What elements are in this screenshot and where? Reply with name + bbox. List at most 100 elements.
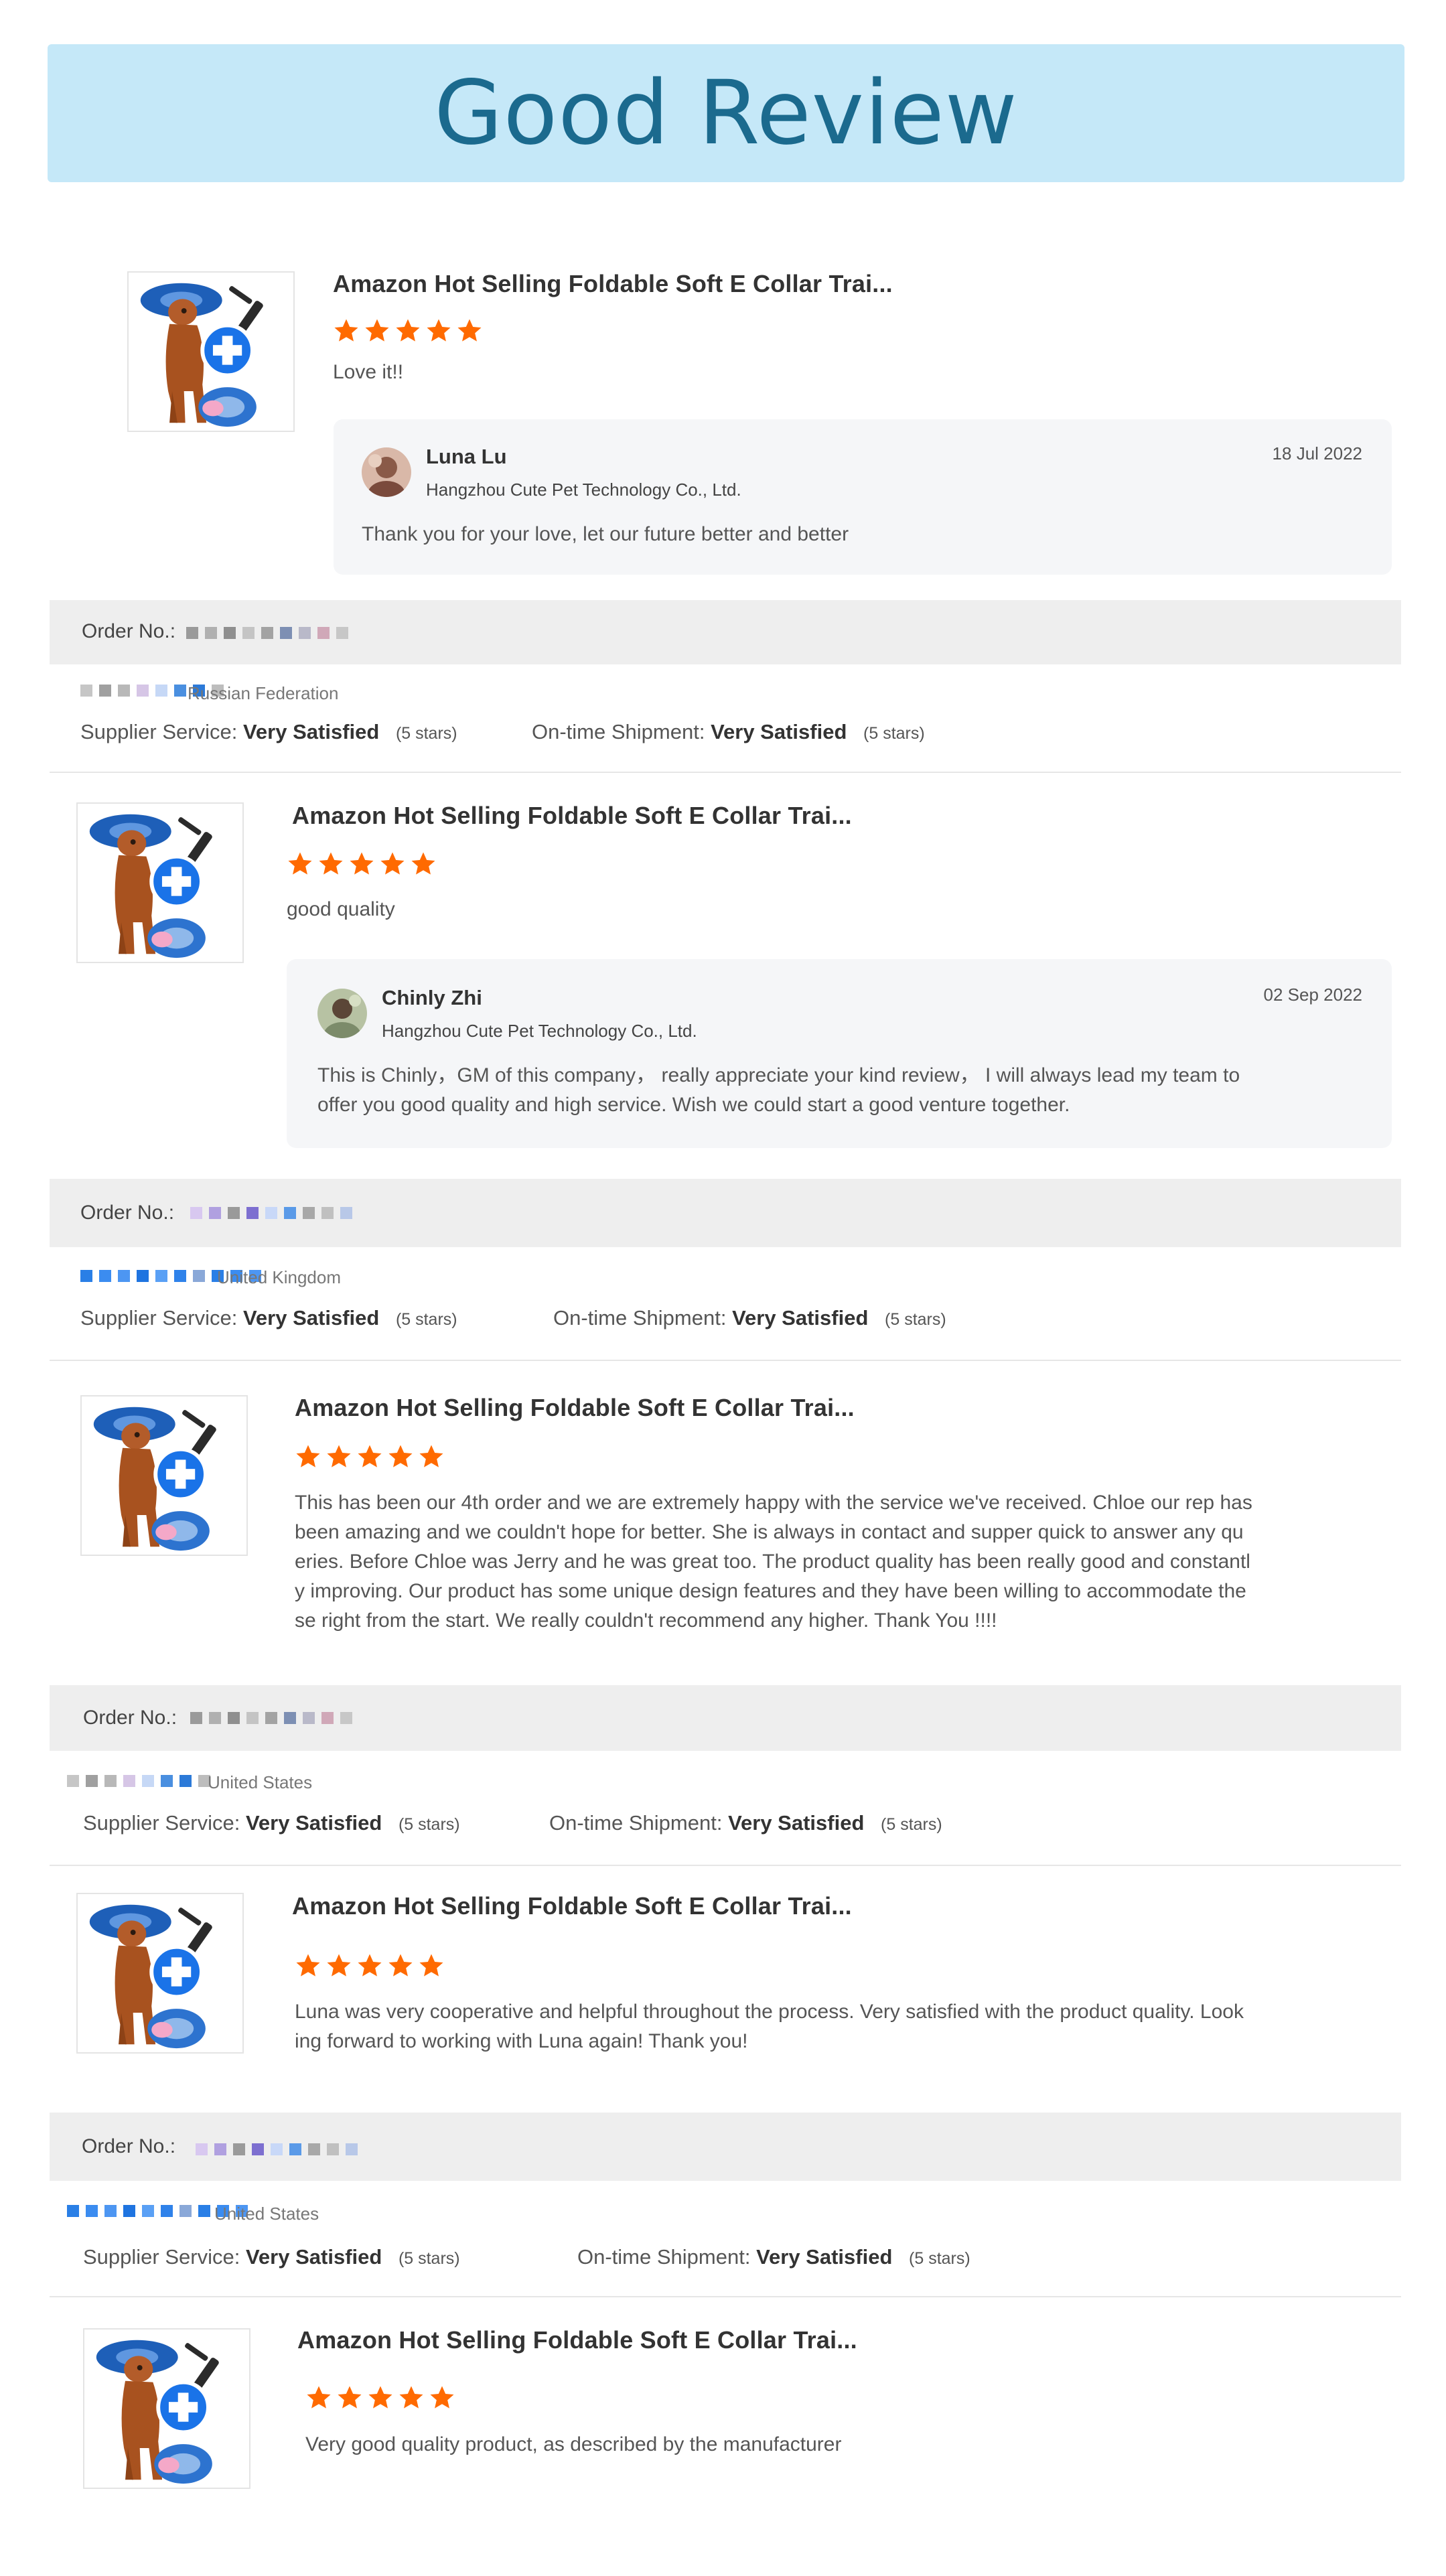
star-icon — [287, 851, 313, 877]
divider — [50, 1360, 1401, 1361]
star-icon — [305, 2384, 332, 2411]
rating-stars — [295, 1952, 445, 1979]
reply-company: Hangzhou Cute Pet Technology Co., Ltd. — [426, 480, 741, 500]
reply-company: Hangzhou Cute Pet Technology Co., Ltd. — [382, 1021, 697, 1041]
product-title[interactable]: Amazon Hot Selling Foldable Soft E Colla… — [295, 1394, 855, 1422]
product-title[interactable]: Amazon Hot Selling Foldable Soft E Colla… — [333, 270, 893, 298]
product-title[interactable]: Amazon Hot Selling Foldable Soft E Colla… — [292, 1892, 852, 1920]
reply-message-line: This is Chinly，GM of this company， reall… — [317, 1064, 1240, 1086]
divider — [50, 1865, 1401, 1866]
shipment-rating: On-time Shipment: Very Satisfied (5 star… — [532, 720, 925, 744]
star-icon — [429, 2384, 455, 2411]
product-thumbnail[interactable] — [80, 1395, 248, 1556]
review-text-line: ing forward to working with Luna again! … — [295, 2030, 748, 2052]
avatar — [362, 447, 411, 497]
star-icon — [295, 1952, 321, 1979]
product-title[interactable]: Amazon Hot Selling Foldable Soft E Colla… — [292, 802, 852, 830]
star-icon — [367, 2384, 394, 2411]
buyer-name-redacted — [67, 1775, 210, 1787]
shipment-value: Very Satisfied — [728, 1811, 865, 1835]
shipment-rating: On-time Shipment: Very Satisfied (5 star… — [577, 2245, 970, 2269]
product-thumbnail[interactable] — [76, 1893, 244, 2054]
star-icon — [317, 851, 344, 877]
shipment-label: On-time Shipment: — [553, 1306, 727, 1330]
star-icon — [326, 1952, 352, 1979]
supplier-service-label: Supplier Service: — [83, 2245, 240, 2269]
buyer-country: United Kingdom — [217, 1267, 341, 1287]
avatar — [317, 989, 367, 1038]
star-icon — [456, 317, 483, 344]
review-text: Love it!! — [333, 361, 404, 383]
page-title: Good Review — [434, 62, 1018, 165]
order-label: Order No.: — [80, 1202, 175, 1224]
supplier-service-rating: Supplier Service: Very Satisfied (5 star… — [80, 1306, 457, 1330]
supplier-service-rating: Supplier Service: Very Satisfied (5 star… — [83, 1811, 460, 1835]
star-icon — [418, 1952, 445, 1979]
supplier-service-rating: Supplier Service: Very Satisfied (5 star… — [83, 2245, 460, 2269]
supplier-service-stars: (5 stars) — [398, 1815, 460, 1834]
buyer-country: United States — [214, 2204, 319, 2224]
order-bar: Order No.: — [50, 600, 1401, 664]
star-icon — [418, 1443, 445, 1470]
shipment-label: On-time Shipment: — [549, 1811, 723, 1835]
product-thumbnail[interactable] — [76, 802, 244, 963]
order-bar: Order No.: — [50, 2113, 1401, 2181]
reply-author: Chinly Zhi — [382, 986, 482, 1009]
star-icon — [336, 2384, 363, 2411]
star-icon — [364, 317, 390, 344]
star-icon — [425, 317, 452, 344]
supplier-service-label: Supplier Service: — [83, 1811, 240, 1835]
review-text-line: eries. Before Chloe was Jerry and he was… — [295, 1551, 1250, 1573]
product-thumbnail[interactable] — [127, 271, 295, 432]
product-image-icon — [78, 1894, 242, 2052]
order-number-redacted — [196, 2143, 358, 2155]
reply-message-line: offer you good quality and high service.… — [317, 1094, 1070, 1116]
supplier-service-stars: (5 stars) — [395, 1310, 457, 1329]
shipment-stars: (5 stars) — [881, 1815, 942, 1834]
shipment-value: Very Satisfied — [732, 1306, 869, 1330]
star-icon — [356, 1443, 383, 1470]
supplier-service-value: Very Satisfied — [245, 2245, 382, 2269]
rating-stars — [305, 2384, 455, 2411]
shipment-rating: On-time Shipment: Very Satisfied (5 star… — [549, 1811, 942, 1835]
product-title[interactable]: Amazon Hot Selling Foldable Soft E Colla… — [297, 2326, 857, 2354]
supplier-service-value: Very Satisfied — [245, 1811, 382, 1835]
review-text-line: y improving. Our product has some unique… — [295, 1580, 1246, 1602]
star-icon — [326, 1443, 352, 1470]
supplier-service-label: Supplier Service: — [80, 1306, 238, 1330]
shipment-value: Very Satisfied — [711, 720, 847, 743]
star-icon — [295, 1443, 321, 1470]
rating-stars — [287, 851, 437, 877]
order-bar: Order No.: — [50, 1179, 1401, 1247]
star-icon — [333, 317, 360, 344]
shipment-value: Very Satisfied — [756, 2245, 893, 2269]
rating-stars — [295, 1443, 445, 1470]
divider — [50, 772, 1401, 773]
order-number-redacted — [186, 627, 348, 639]
product-image-icon — [82, 1397, 246, 1555]
buyer-country: United States — [208, 1772, 313, 1792]
star-icon — [356, 1952, 383, 1979]
shipment-rating: On-time Shipment: Very Satisfied (5 star… — [553, 1306, 946, 1330]
supplier-service-rating: Supplier Service: Very Satisfied (5 star… — [80, 720, 457, 744]
supplier-reply: Luna Lu Hangzhou Cute Pet Technology Co.… — [334, 419, 1392, 575]
supplier-service-stars: (5 stars) — [398, 2249, 460, 2268]
shipment-stars: (5 stars) — [909, 2249, 970, 2268]
product-thumbnail[interactable] — [83, 2328, 250, 2489]
star-icon — [410, 851, 437, 877]
supplier-service-value: Very Satisfied — [242, 720, 380, 743]
supplier-service-value: Very Satisfied — [242, 1306, 380, 1330]
shipment-stars: (5 stars) — [885, 1310, 946, 1329]
supplier-service-stars: (5 stars) — [395, 724, 457, 743]
order-label: Order No.: — [83, 1707, 177, 1729]
supplier-reply: Chinly Zhi Hangzhou Cute Pet Technology … — [287, 959, 1392, 1148]
review-text: Very good quality product, as described … — [305, 2433, 842, 2455]
reply-message: Thank you for your love, let our future … — [362, 523, 849, 545]
star-icon — [387, 1952, 414, 1979]
rating-stars — [333, 317, 483, 344]
product-image-icon — [129, 273, 293, 431]
review-text-line: se right from the start. We really could… — [295, 1609, 997, 1632]
shipment-label: On-time Shipment: — [532, 720, 705, 743]
reply-author: Luna Lu — [426, 445, 507, 468]
order-number-redacted — [190, 1712, 352, 1724]
